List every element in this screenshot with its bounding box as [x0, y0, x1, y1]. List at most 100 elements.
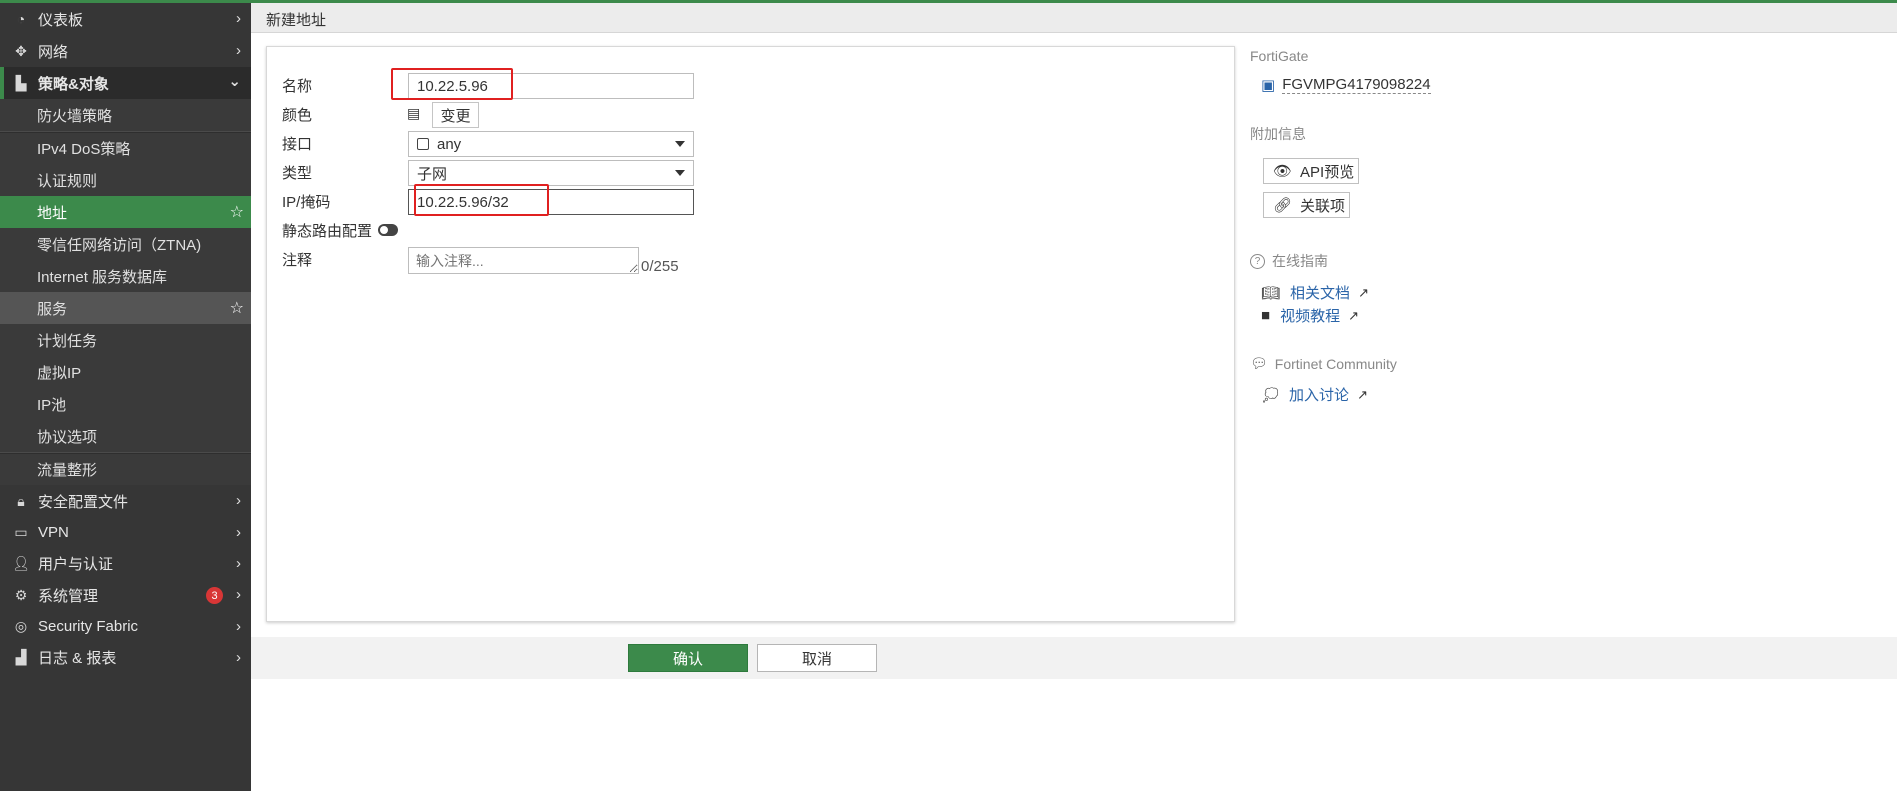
fortigate-heading: FortiGate: [1250, 48, 1309, 64]
help-icon: ?: [1250, 253, 1265, 269]
device-link[interactable]: ▣ FGVMPG4179098224: [1261, 76, 1431, 94]
link-icon: 🔗︎: [1273, 197, 1293, 214]
dropdown-arrow-icon: [675, 170, 685, 176]
references-button[interactable]: 🔗︎ 关联项: [1263, 192, 1350, 218]
star-icon[interactable]: ☆: [230, 202, 244, 222]
docs-link[interactable]: 📖︎ 相关文档 ↗: [1261, 282, 1369, 303]
cancel-label: 取消: [801, 650, 832, 668]
sidebar-item-label: 安全配置文件: [38, 493, 129, 511]
sidebar-item-label: 网络: [38, 43, 69, 61]
sidebar-subitem-ztna[interactable]: 零信任网络访问（ZTNA): [0, 228, 251, 260]
notification-badge: 3: [206, 587, 223, 604]
device-icon: ▣: [1261, 77, 1276, 94]
sidebar-subitem-label: 协议选项: [37, 428, 98, 446]
video-link[interactable]: ■ 视频教程 ↗: [1261, 305, 1359, 326]
address-form-card: 名称 10.22.5.96 颜色 ▤ 变更 接口 any 类型 子网 IP/掩码…: [266, 46, 1235, 622]
ip-mask-label: IP/掩码: [282, 194, 331, 211]
type-select[interactable]: 子网: [408, 160, 694, 186]
api-preview-label: API预览: [1300, 163, 1355, 181]
user-icon: 👤︎: [12, 555, 30, 571]
chevron-right-icon: ›: [236, 649, 241, 666]
policy-icon: ▙: [15, 74, 27, 91]
sidebar-item-log-report[interactable]: ▟ 日志 & 报表 ›: [0, 642, 251, 673]
sidebar-subitem-auth-rules[interactable]: 认证规则: [0, 164, 251, 196]
sidebar-subitem-schedules[interactable]: 计划任务: [0, 324, 251, 356]
chevron-right-icon: ›: [236, 492, 241, 509]
sidebar-item-label: VPN: [38, 524, 69, 541]
ok-button[interactable]: 确认: [628, 644, 748, 672]
static-route-toggle[interactable]: [378, 224, 398, 236]
eye-icon: 👁︎: [1273, 163, 1293, 180]
star-icon[interactable]: ☆: [230, 298, 244, 318]
dashboard-icon: ◔: [16, 11, 26, 27]
page-header: 新建地址: [251, 3, 1897, 33]
discussion-link[interactable]: 💭︎ 加入讨论 ↗: [1261, 384, 1368, 405]
sidebar-item-security-fabric[interactable]: ◎ Security Fabric ›: [0, 611, 251, 642]
sidebar-subitem-label: 地址: [37, 204, 68, 222]
fabric-icon: ◎: [14, 618, 28, 634]
lock-icon: 🔒︎: [17, 492, 25, 509]
sidebar-item-user-auth[interactable]: 👤︎ 用户与认证 ›: [0, 548, 251, 579]
sidebar-subitem-internet-service-db[interactable]: Internet 服务数据库: [0, 260, 251, 292]
sidebar-subitem-protocol-options[interactable]: 协议选项: [0, 420, 251, 452]
chevron-right-icon: ›: [236, 42, 241, 59]
sidebar-item-label: 系统管理: [38, 587, 99, 605]
sidebar-subitem-label: 零信任网络访问（ZTNA): [37, 236, 202, 254]
sidebar-subitem-addresses[interactable]: 地址 ☆: [0, 196, 251, 228]
speech-bubble-icon: 💭︎: [1261, 386, 1281, 404]
sidebar-subitem-firewall-policy[interactable]: 防火墙策略: [0, 99, 251, 131]
sidebar-subitem-label: IP池: [37, 396, 67, 414]
sidebar-subitem-services[interactable]: 服务 ☆: [0, 292, 251, 324]
comments-icon: 💬︎: [1250, 355, 1268, 371]
online-guide-label: 在线指南: [1272, 253, 1328, 269]
interface-select[interactable]: any: [408, 131, 694, 157]
sidebar-item-label: 用户与认证: [38, 556, 114, 573]
external-link-icon: ↗: [1357, 386, 1368, 402]
cancel-button[interactable]: 取消: [757, 644, 877, 672]
sidebar-subitem-label: 认证规则: [37, 172, 98, 190]
community-label: Fortinet Community: [1274, 355, 1397, 372]
chevron-right-icon: ›: [236, 618, 241, 635]
device-name: FGVMPG4179098224: [1282, 76, 1431, 94]
community-heading: 💬︎ Fortinet Community: [1250, 355, 1397, 372]
sidebar-item-label: 策略&对象: [38, 75, 109, 93]
sidebar-subitem-virtual-ip[interactable]: 虚拟IP: [0, 356, 251, 388]
docs-link-label: 相关文档: [1290, 285, 1351, 302]
laptop-icon: ▭: [14, 524, 28, 540]
sidebar-item-network[interactable]: ✥ 网络 ›: [0, 35, 251, 67]
sidebar-subitem-label: 防火墙策略: [37, 107, 113, 125]
chart-icon: ▟: [15, 649, 27, 665]
name-label: 名称: [282, 78, 313, 95]
sidebar-subitem-traffic-shaping[interactable]: 流量整形: [0, 454, 251, 485]
discussion-link-label: 加入讨论: [1289, 387, 1350, 404]
sidebar-item-policy-objects[interactable]: ▙ 策略&对象 ⌄: [0, 67, 251, 99]
api-preview-button[interactable]: 👁︎ API预览: [1263, 158, 1359, 184]
color-swatch-icon: ▤: [407, 105, 421, 121]
highlight-box: [414, 184, 549, 216]
interface-value: any: [437, 135, 462, 153]
sidebar-item-vpn[interactable]: ▭ VPN ›: [0, 517, 251, 548]
sidebar: ◔ 仪表板 › ✥ 网络 › ▙ 策略&对象 ⌄ 防火墙策略 IPv4 DoS策…: [0, 3, 251, 791]
references-label: 关联项: [1300, 197, 1346, 215]
book-icon: 📖︎: [1261, 284, 1281, 302]
highlight-box: [391, 68, 513, 100]
change-color-button[interactable]: 变更: [432, 102, 479, 128]
sidebar-item-system[interactable]: ⚙ 系统管理 3 ›: [0, 579, 251, 611]
sidebar-subitem-label: 流量整形: [37, 462, 98, 479]
ok-label: 确认: [672, 650, 703, 668]
sidebar-item-label: Security Fabric: [38, 618, 139, 635]
sidebar-subitem-dos-policy[interactable]: IPv4 DoS策略: [0, 133, 251, 164]
sidebar-item-dashboard[interactable]: ◔ 仪表板 ›: [0, 3, 251, 35]
comment-textarea[interactable]: [408, 247, 639, 274]
comment-char-count: 0/255: [641, 258, 679, 275]
external-link-icon: ↗: [1348, 307, 1359, 323]
dropdown-arrow-icon: [675, 141, 685, 147]
online-guide-heading: ? 在线指南: [1250, 251, 1328, 271]
sidebar-subitem-ip-pools[interactable]: IP池: [0, 388, 251, 420]
extra-info-heading: 附加信息: [1250, 126, 1306, 142]
sidebar-subitem-label: Internet 服务数据库: [37, 268, 168, 286]
video-camera-icon: ■: [1261, 307, 1271, 324]
page-title: 新建地址: [266, 12, 327, 29]
sidebar-item-security-profiles[interactable]: 🔒︎ 安全配置文件 ›: [0, 485, 251, 517]
external-link-icon: ↗: [1358, 284, 1369, 300]
